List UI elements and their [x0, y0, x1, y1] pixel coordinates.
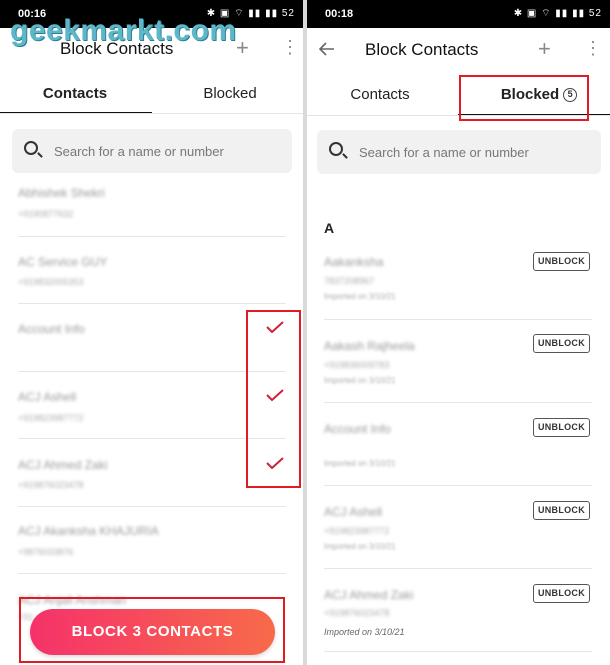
unblock-button[interactable]: UNBLOCK [533, 252, 590, 271]
divider [18, 236, 286, 237]
status-time: 00:18 [325, 8, 354, 20]
imported-date: Imported on 3/10/21 [324, 542, 396, 551]
highlight-box-block-button [19, 597, 285, 663]
tab-blocked[interactable]: Blocked [175, 85, 285, 102]
contact-number: +919823987772 [18, 413, 84, 423]
divider [18, 573, 286, 574]
divider [324, 485, 592, 486]
tab-divider [0, 113, 303, 114]
imported-date: Imported on 3/10/21 [324, 292, 396, 301]
contact-number: 7837208967 [324, 276, 375, 286]
search-icon [329, 142, 343, 156]
contact-name: ACJ Ahmed Zaki [18, 458, 108, 472]
contact-name: Aakanksha [324, 255, 384, 269]
contact-number: +9876033876 [18, 547, 74, 557]
contact-name: Aakash Rajheela [324, 339, 415, 353]
divider [324, 568, 592, 569]
contact-number: +919832005353 [18, 277, 84, 287]
tab-contacts[interactable]: Contacts [20, 85, 130, 102]
divider [324, 319, 592, 320]
contact-name: Account Info [18, 322, 85, 336]
contact-name: ACJ Ahmed Zaki [324, 588, 414, 602]
status-bar: 00:18 ✱ ▣ ⌔ ▮▮ ▮▮ 52 [307, 0, 610, 28]
contact-name: Abhishek Shekri [18, 186, 105, 200]
contact-number: +919876023478 [324, 608, 390, 618]
highlight-box-checkmarks [246, 310, 301, 488]
unblock-button[interactable]: UNBLOCK [533, 334, 590, 353]
contact-name: ACJ Ashell [18, 390, 77, 404]
add-icon[interactable]: + [538, 38, 551, 60]
status-icons: ✱ ▣ ⌔ ▮▮ ▮▮ 52 [513, 8, 602, 19]
contact-name: ACJ Akanksha KHAJURIA [18, 524, 159, 538]
tab-contacts[interactable]: Contacts [325, 86, 435, 103]
search-placeholder: Search for a name or number [359, 145, 529, 160]
contact-number: +919836009783 [324, 360, 390, 370]
watermark-logo: geekmarkt.com [10, 14, 237, 47]
contact-number: +919823987772 [324, 526, 390, 536]
imported-date: Imported on 3/10/21 [324, 376, 396, 385]
page-title: Block Contacts [365, 40, 479, 59]
blocked-screen: 00:18 ✱ ▣ ⌔ ▮▮ ▮▮ 52 Block Contacts + ⋮ … [307, 0, 610, 665]
contact-name: AC Service GUY [18, 255, 108, 269]
contact-name: ACJ Ashell [324, 505, 383, 519]
contact-number: +9190877632 [18, 209, 74, 219]
unblock-button[interactable]: UNBLOCK [533, 418, 590, 437]
divider [324, 651, 592, 652]
unblock-button[interactable]: UNBLOCK [533, 501, 590, 520]
imported-date: Imported on 3/10/21 [324, 459, 396, 468]
more-options-icon[interactable]: ⋮ [281, 38, 299, 56]
more-options-icon[interactable]: ⋮ [584, 39, 602, 57]
search-icon [24, 141, 38, 155]
search-input[interactable]: Search for a name or number [12, 129, 292, 173]
search-placeholder: Search for a name or number [54, 144, 224, 159]
unblock-button[interactable]: UNBLOCK [533, 584, 590, 603]
highlight-box-blocked-tab [459, 75, 589, 121]
divider [18, 506, 286, 507]
section-letter: A [324, 220, 335, 236]
contact-name: Account Info [324, 422, 391, 436]
imported-date: Imported on 3/10/21 [324, 627, 405, 637]
contact-number: +919876023478 [18, 480, 84, 490]
back-arrow-icon[interactable] [319, 42, 335, 56]
divider [324, 402, 592, 403]
divider [18, 303, 286, 304]
add-icon[interactable]: + [236, 37, 249, 59]
search-input[interactable]: Search for a name or number [317, 130, 601, 174]
contacts-screen: 00:16 ✱ ▣ ⌔ ▮▮ ▮▮ 52 Block Contacts + ⋮ … [0, 0, 303, 665]
